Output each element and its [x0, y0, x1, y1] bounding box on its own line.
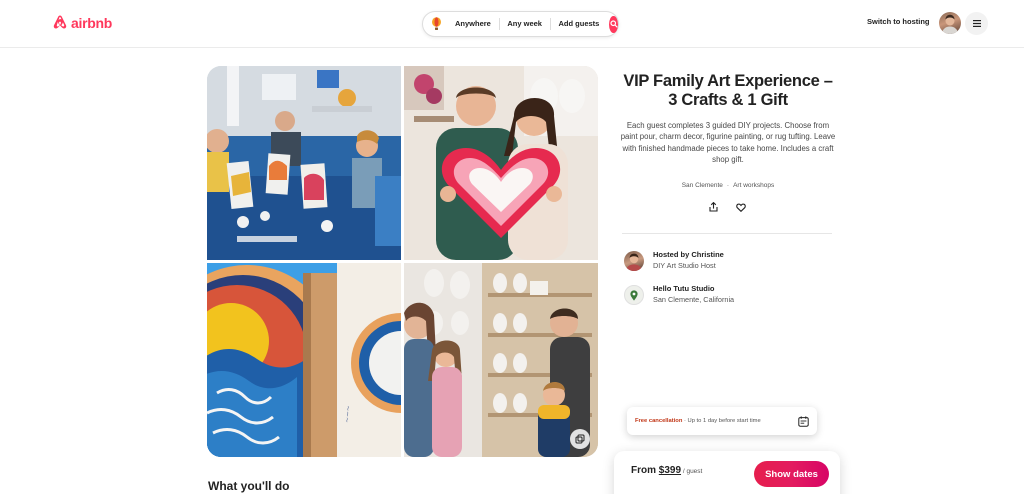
- photo-painting-class[interactable]: [207, 66, 401, 260]
- price-label: From $399 / guest: [631, 465, 702, 476]
- photo-heart-rug-couple[interactable]: [404, 66, 598, 260]
- gallery-icon: [575, 434, 585, 444]
- venue-info[interactable]: Hello Tutu Studio San Clemente, Californ…: [622, 284, 832, 308]
- price-unit: / guest: [681, 468, 703, 475]
- airbnb-logo-icon: [53, 15, 67, 29]
- venue-name: Hello Tutu Studio: [653, 284, 715, 293]
- booking-card: From $399 / guest Show dates: [614, 451, 840, 494]
- share-button[interactable]: [706, 200, 720, 214]
- cancellation-detail: · Up to 1 day before start time: [682, 418, 761, 424]
- host-role: DIY Art Studio Host: [653, 261, 716, 270]
- photo-gallery[interactable]: ~~~: [207, 66, 598, 457]
- cancellation-banner: Free cancellation · Up to 1 day before s…: [627, 407, 817, 435]
- show-all-photos-button[interactable]: [570, 429, 590, 449]
- search-bar[interactable]: Anywhere Any week Add guests: [422, 11, 619, 37]
- balloon-icon: [431, 17, 442, 31]
- meta-separator: ·: [726, 182, 730, 189]
- logo-wordmark: airbnb: [71, 14, 112, 31]
- listing-location[interactable]: San Clemente: [682, 182, 723, 189]
- user-avatar[interactable]: [939, 12, 961, 34]
- listing-actions: [706, 200, 748, 214]
- listing-title: VIP Family Art Experience – 3 Crafts & 1…: [623, 72, 833, 109]
- host-info[interactable]: Hosted by Christine DIY Art Studio Host: [622, 250, 832, 274]
- search-submit-button[interactable]: [609, 15, 619, 33]
- switch-to-hosting-link[interactable]: Switch to hosting: [867, 17, 930, 26]
- search-guests-button[interactable]: Add guests: [551, 18, 608, 30]
- airbnb-logo[interactable]: airbnb: [52, 14, 112, 31]
- listing-category[interactable]: Art workshops: [733, 182, 774, 189]
- section-divider: [622, 233, 832, 234]
- hamburger-menu-icon: [972, 20, 981, 27]
- price-prefix: From: [631, 465, 659, 476]
- photo-wood-art[interactable]: ~~~: [207, 263, 401, 457]
- venue-map-thumbnail[interactable]: [624, 285, 644, 305]
- photo-family-craft-shop[interactable]: [404, 263, 598, 457]
- cancellation-lead: Free cancellation: [635, 418, 683, 424]
- heart-icon: [736, 203, 746, 212]
- host-avatar[interactable]: [624, 251, 644, 271]
- svg-text:~~~: ~~~: [343, 405, 353, 423]
- menu-button[interactable]: [965, 12, 988, 35]
- search-location-button[interactable]: Anywhere: [447, 18, 499, 30]
- cancellation-text: Free cancellation · Up to 1 day before s…: [635, 418, 798, 424]
- venue-location: San Clemente, California: [653, 295, 735, 304]
- show-dates-button[interactable]: Show dates: [754, 461, 829, 487]
- map-pin-icon: [630, 289, 638, 301]
- save-button[interactable]: [734, 200, 748, 214]
- calendar-icon: [798, 415, 809, 427]
- search-dates-button[interactable]: Any week: [499, 18, 550, 30]
- share-icon: [708, 202, 718, 212]
- price-amount[interactable]: $399: [659, 465, 681, 476]
- search-icon: [610, 20, 618, 28]
- top-header: airbnb Anywhere Any week Add guests Swit…: [0, 0, 1024, 48]
- host-name: Hosted by Christine: [653, 250, 724, 259]
- what-youll-do-heading: What you'll do: [208, 479, 290, 493]
- listing-meta: San Clemente · Art workshops: [620, 182, 836, 189]
- listing-description: Each guest completes 3 guided DIY projec…: [620, 121, 836, 164]
